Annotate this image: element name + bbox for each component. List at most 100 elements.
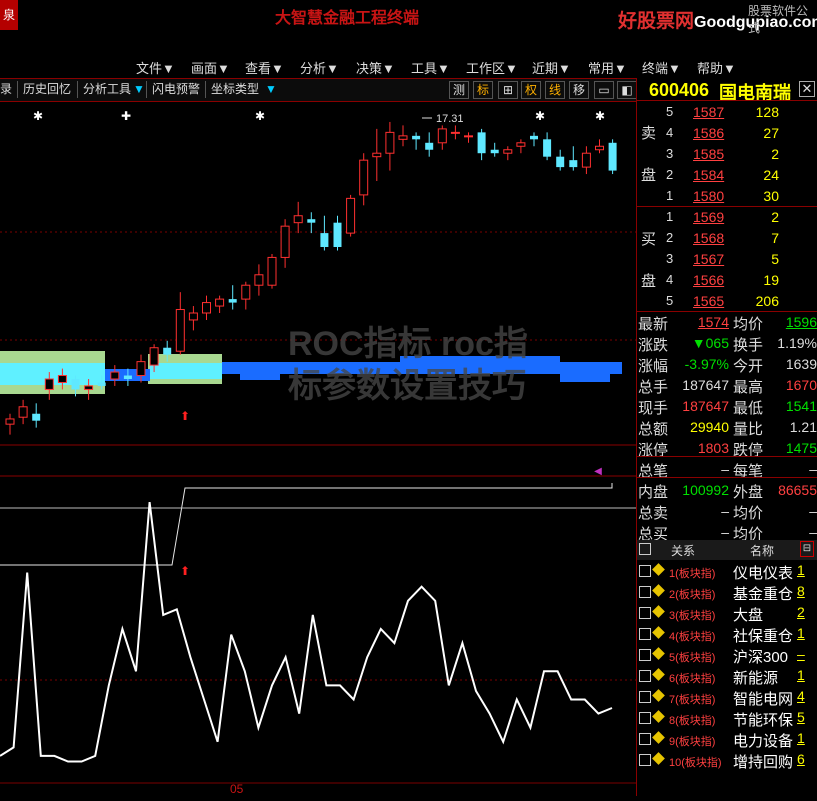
row-checkbox[interactable] bbox=[639, 628, 651, 640]
toolbar-coordinate-type[interactable]: 坐标类型 bbox=[211, 81, 259, 98]
related-name[interactable]: 新能源 bbox=[733, 667, 807, 688]
ask-price[interactable]: 1587 bbox=[693, 104, 724, 120]
diamond-icon bbox=[652, 731, 665, 744]
related-count[interactable]: 1 bbox=[797, 730, 805, 746]
row-checkbox[interactable] bbox=[639, 586, 651, 598]
dropdown-arrow-icon[interactable]: ▼ bbox=[265, 81, 277, 98]
select-all-checkbox[interactable] bbox=[639, 543, 651, 555]
related-row[interactable]: 9(板块指) 电力设备 1 bbox=[637, 730, 817, 751]
related-row[interactable]: 5(板块指) 沪深300 – bbox=[637, 646, 817, 667]
dropdown-arrow-icon[interactable]: ▼ bbox=[133, 81, 145, 98]
bid-level: 3 bbox=[666, 251, 674, 266]
toolbar-history-recall[interactable]: 历史回忆 bbox=[23, 81, 71, 98]
related-header: 关系 名称 ⊟ bbox=[637, 540, 817, 560]
bid-price[interactable]: 1565 bbox=[693, 293, 724, 309]
move-button[interactable]: 移 bbox=[569, 81, 589, 99]
menu-recent[interactable]: 近期▼ bbox=[532, 58, 571, 77]
menu-workspace[interactable]: 工作区▼ bbox=[466, 58, 518, 77]
toolbar-flash-alert[interactable]: 闪电预警 bbox=[152, 81, 200, 98]
ask-price[interactable]: 1585 bbox=[693, 146, 724, 162]
bid-price[interactable]: 1569 bbox=[693, 209, 724, 225]
related-name[interactable]: 大盘 bbox=[733, 604, 807, 625]
quote-value: 100992 bbox=[682, 482, 729, 498]
menu-help[interactable]: 帮助▼ bbox=[697, 58, 736, 77]
measure-button[interactable]: 测 bbox=[449, 81, 469, 99]
related-count[interactable]: 1 bbox=[797, 667, 805, 683]
related-count[interactable]: 4 bbox=[797, 688, 805, 704]
quote-value: – bbox=[809, 461, 817, 477]
toolbar-record[interactable]: 录 bbox=[0, 81, 12, 98]
related-count[interactable]: 6 bbox=[797, 751, 805, 767]
menu-common[interactable]: 常用▼ bbox=[588, 58, 627, 77]
bid-price[interactable]: 1566 bbox=[693, 272, 724, 288]
chart-area[interactable]: ✱ ✚ ✱ ✱ ✱ ⬆ ⬆ ◀ 17.31 ROC指标 roc指 标参数设置技巧… bbox=[0, 100, 636, 796]
row-checkbox[interactable] bbox=[639, 712, 651, 724]
related-count[interactable]: 8 bbox=[797, 583, 805, 599]
mark-button[interactable]: 标 bbox=[473, 81, 493, 99]
bid-price[interactable]: 1567 bbox=[693, 251, 724, 267]
diamond-icon bbox=[652, 563, 665, 576]
related-count[interactable]: 1 bbox=[797, 562, 805, 578]
row-checkbox[interactable] bbox=[639, 733, 651, 745]
related-name[interactable]: 增持回购 bbox=[733, 751, 807, 772]
candle-body bbox=[5, 418, 15, 425]
crosshair-button[interactable]: ⊞ bbox=[498, 81, 518, 99]
menu-decision[interactable]: 决策▼ bbox=[356, 58, 395, 77]
row-checkbox[interactable] bbox=[639, 649, 651, 661]
related-count[interactable]: 5 bbox=[797, 709, 805, 725]
candle-body bbox=[215, 298, 225, 307]
row-checkbox[interactable] bbox=[639, 565, 651, 577]
close-icon[interactable]: ✕ bbox=[799, 81, 815, 97]
row-checkbox[interactable] bbox=[639, 670, 651, 682]
related-name[interactable]: 电力设备 bbox=[733, 730, 807, 751]
related-name[interactable]: 仪电仪表 bbox=[733, 562, 807, 583]
chart-canvas[interactable]: ✱ ✚ ✱ ✱ ✱ ⬆ ⬆ ◀ 17.31 bbox=[0, 100, 636, 796]
related-row[interactable]: 3(板块指) 大盘 2 bbox=[637, 604, 817, 625]
ask-price[interactable]: 1580 bbox=[693, 188, 724, 204]
candle-body bbox=[530, 135, 538, 140]
window-button[interactable]: ▭ bbox=[594, 81, 614, 99]
ask-price[interactable]: 1586 bbox=[693, 125, 724, 141]
related-row[interactable]: 2(板块指) 基金重仓 8 bbox=[637, 583, 817, 604]
bid-level: 1 bbox=[666, 209, 674, 224]
line-button[interactable]: 线 bbox=[545, 81, 565, 99]
related-name[interactable]: 社保重仓 bbox=[733, 625, 807, 646]
divider bbox=[637, 311, 817, 312]
app-logo[interactable]: 泉 bbox=[0, 0, 18, 30]
header-relation[interactable]: 关系 bbox=[671, 542, 695, 559]
header-name[interactable]: 名称 bbox=[750, 542, 774, 559]
buy-label: 买 bbox=[641, 231, 657, 248]
related-name[interactable]: 基金重仓 bbox=[733, 583, 807, 604]
related-name[interactable]: 沪深300 bbox=[733, 646, 807, 667]
menu-screen[interactable]: 画面▼ bbox=[191, 58, 230, 77]
related-row[interactable]: 4(板块指) 社保重仓 1 bbox=[637, 625, 817, 646]
related-row[interactable]: 7(板块指) 智能电网 4 bbox=[637, 688, 817, 709]
related-count[interactable]: 2 bbox=[797, 604, 805, 620]
scroll-left-icon[interactable]: ◀ bbox=[594, 466, 602, 477]
menu-tools[interactable]: 工具▼ bbox=[411, 58, 450, 77]
bid-price[interactable]: 1568 bbox=[693, 230, 724, 246]
rights-button[interactable]: 权 bbox=[521, 81, 541, 99]
related-row[interactable]: 6(板块指) 新能源 1 bbox=[637, 667, 817, 688]
row-checkbox[interactable] bbox=[639, 754, 651, 766]
marker-star: ✱ bbox=[595, 109, 605, 123]
related-row[interactable]: 1(板块指) 仪电仪表 1 bbox=[637, 562, 817, 583]
related-row[interactable]: 8(板块指) 节能环保 5 bbox=[637, 709, 817, 730]
related-count[interactable]: 1 bbox=[797, 625, 805, 641]
toolbar-analysis-tools[interactable]: 分析工具 bbox=[83, 81, 131, 98]
quote-label: 现手 bbox=[638, 400, 669, 417]
related-row[interactable]: 10(板块指) 增持回购 6 bbox=[637, 751, 817, 772]
panel-toggle-button[interactable]: ◧ bbox=[617, 81, 637, 99]
related-count[interactable]: – bbox=[797, 646, 805, 662]
menu-analysis[interactable]: 分析▼ bbox=[300, 58, 339, 77]
row-checkbox[interactable] bbox=[639, 607, 651, 619]
row-checkbox[interactable] bbox=[639, 691, 651, 703]
menu-file[interactable]: 文件▼ bbox=[136, 58, 175, 77]
column-settings-icon[interactable]: ⊟ bbox=[800, 541, 814, 557]
up-arrow-icon: ⬆ bbox=[180, 409, 190, 423]
menu-terminal[interactable]: 终端▼ bbox=[642, 58, 681, 77]
ask-price[interactable]: 1584 bbox=[693, 167, 724, 183]
menu-view[interactable]: 查看▼ bbox=[245, 58, 284, 77]
related-name[interactable]: 智能电网 bbox=[733, 688, 807, 709]
related-name[interactable]: 节能环保 bbox=[733, 709, 807, 730]
